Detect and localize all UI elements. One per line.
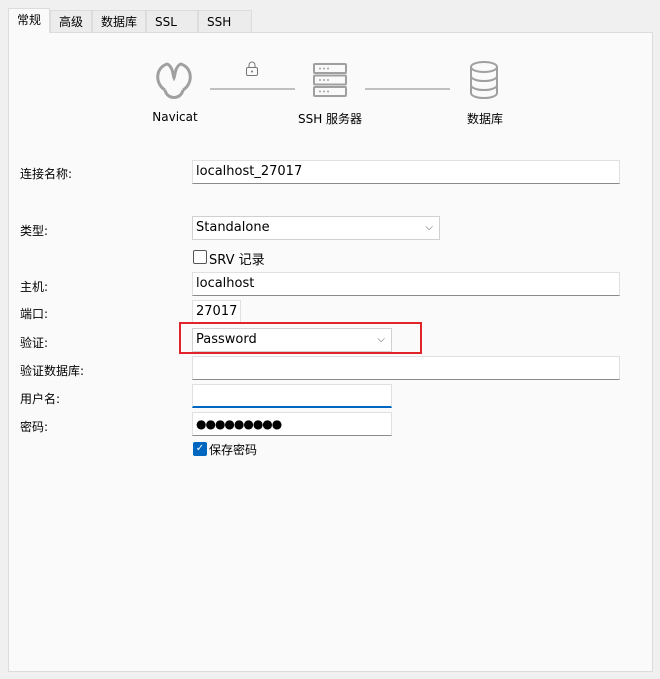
database-caption: 数据库	[466, 112, 503, 126]
srv-label: SRV 记录	[209, 253, 265, 268]
type-label: 类型:	[20, 224, 49, 238]
connection-name-input[interactable]: localhost_27017	[192, 160, 620, 184]
auth-db-label: 验证数据库:	[20, 364, 85, 378]
connection-name-label: 连接名称:	[20, 167, 73, 181]
auth-db-input[interactable]	[192, 356, 620, 380]
navicat-caption: Navicat	[152, 110, 198, 124]
type-select[interactable]: Standalone ⌵	[192, 216, 440, 240]
host-label: 主机:	[20, 280, 49, 294]
connector-line	[365, 88, 450, 90]
host-input[interactable]: localhost	[192, 272, 620, 296]
srv-checkbox[interactable]	[193, 250, 207, 264]
chevron-down-icon: ⌵	[425, 222, 433, 233]
tab-ssl[interactable]: SSL	[146, 10, 198, 32]
username-input[interactable]	[192, 384, 392, 408]
type-value: Standalone	[196, 220, 270, 235]
tab-database[interactable]: 数据库	[92, 10, 147, 32]
lock-icon	[246, 61, 258, 76]
tab-advanced[interactable]: 高级	[50, 10, 93, 32]
tab-bar: 常规 高级 数据库 SSL SSH	[8, 8, 253, 33]
database-icon	[470, 61, 498, 100]
highlight-box	[179, 322, 422, 354]
navicat-logo-icon	[156, 62, 192, 99]
ssh-server-caption: SSH 服务器	[297, 112, 363, 126]
port-input[interactable]: 27017	[192, 300, 241, 324]
server-icon	[313, 63, 347, 97]
port-label: 端口:	[20, 307, 49, 321]
tab-ssh[interactable]: SSH	[197, 10, 253, 32]
save-password-label: 保存密码	[209, 443, 258, 457]
auth-label: 验证:	[20, 336, 49, 350]
save-password-checkbox[interactable]: ✓	[193, 442, 207, 456]
password-input[interactable]: ●●●●●●●●●	[192, 412, 392, 436]
username-label: 用户名:	[20, 392, 61, 406]
password-label: 密码:	[20, 420, 49, 434]
connector-line	[210, 88, 295, 90]
tab-general[interactable]: 常规	[8, 8, 51, 33]
